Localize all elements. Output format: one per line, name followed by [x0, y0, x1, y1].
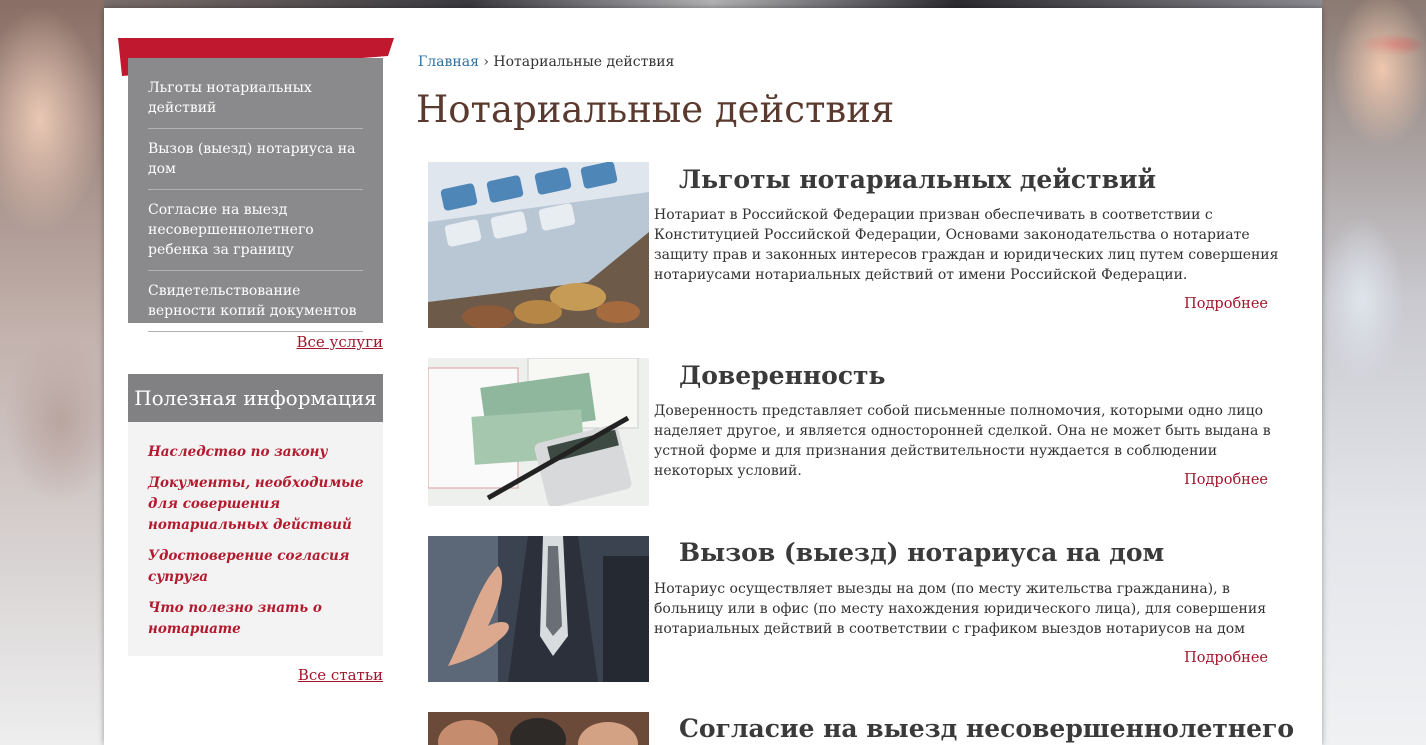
article-title[interactable]: Доверенность	[679, 361, 886, 390]
people-image[interactable]	[428, 712, 649, 745]
background-left	[0, 0, 104, 745]
article-card: Вызов (выезд) нотариуса на дом Нотариус …	[428, 536, 1298, 686]
breadcrumb-current: Нотариальные действия	[493, 54, 675, 70]
calculator-coins-image[interactable]	[428, 162, 649, 328]
article-text: Нотариус осуществляет выезды на дом (по …	[654, 581, 1267, 637]
article-text: Нотариат в Российской Федерации призван …	[654, 207, 1279, 283]
services-item[interactable]: Льготы нотариальных действий	[148, 78, 363, 129]
all-services-link[interactable]: Все услуги	[296, 333, 383, 351]
info-item[interactable]: Документы, необходимые для совершения но…	[148, 473, 370, 536]
more-link[interactable]: Подробнее	[1184, 296, 1268, 312]
page-container: Льготы нотариальных действий Вызов (выез…	[104, 8, 1322, 745]
services-item[interactable]: Согласие на выезд несовершеннолетнего ре…	[148, 200, 363, 271]
background-top	[104, 0, 1322, 8]
info-item[interactable]: Удостоверение согласия супруга	[148, 546, 370, 588]
article-card: Льготы нотариальных действий Нотариат в …	[428, 162, 1298, 332]
page-title: Нотариальные действия	[416, 88, 895, 131]
info-heading: Полезная информация	[128, 374, 383, 422]
services-menu: Льготы нотариальных действий Вызов (выез…	[128, 58, 383, 332]
more-link[interactable]: Подробнее	[1184, 472, 1268, 488]
article-title[interactable]: Согласие на выезд несовершеннолетнего	[679, 714, 1294, 743]
info-item[interactable]: Наследство по закону	[148, 442, 370, 463]
all-articles-link[interactable]: Все статьи	[298, 666, 383, 684]
article-text: Доверенность представляет собой письменн…	[654, 403, 1271, 479]
handshake-businessman-image[interactable]	[428, 536, 649, 682]
services-item[interactable]: Вызов (выезд) нотариуса на дом	[148, 139, 363, 190]
info-list-box: Наследство по закону Документы, необходи…	[128, 422, 383, 656]
article-card: Доверенность Доверенность представляет с…	[428, 358, 1298, 508]
background-right	[1322, 0, 1426, 745]
documents-money-calculator-image[interactable]	[428, 358, 649, 506]
more-link[interactable]: Подробнее	[1184, 650, 1268, 666]
article-title[interactable]: Вызов (выезд) нотариуса на дом	[679, 538, 1164, 567]
breadcrumb-separator: ›	[483, 54, 489, 70]
breadcrumb-home-link[interactable]: Главная	[418, 54, 479, 70]
article-card: Согласие на выезд несовершеннолетнего	[428, 712, 1298, 745]
services-item[interactable]: Свидетельствование верности копий докуме…	[148, 281, 363, 332]
info-item[interactable]: Что полезно знать о нотариате	[148, 598, 370, 640]
article-title[interactable]: Льготы нотариальных действий	[679, 165, 1156, 194]
breadcrumb: Главная › Нотариальные действия	[418, 54, 674, 70]
